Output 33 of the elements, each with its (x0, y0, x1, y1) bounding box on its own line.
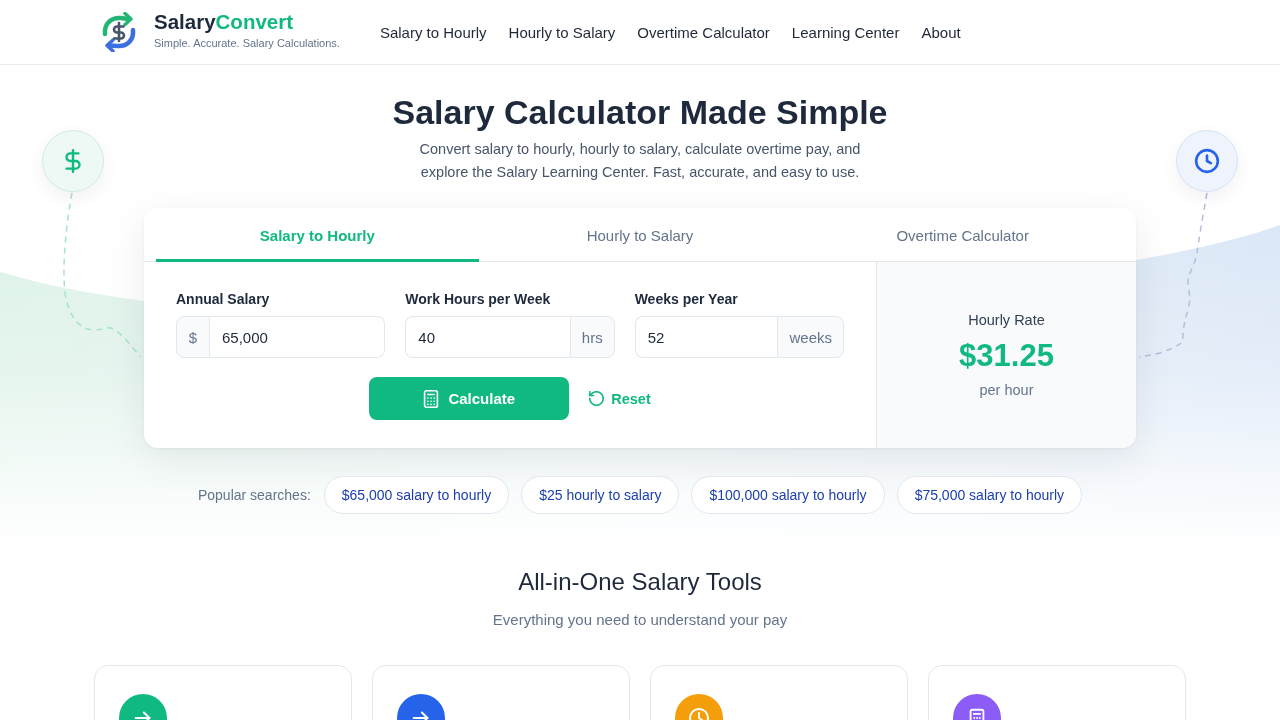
currency-prefix: $ (176, 316, 210, 358)
brand-tagline: Simple. Accurate. Salary Calculations. (154, 36, 340, 50)
logo-icon (100, 12, 138, 52)
calculator-tab[interactable]: Overtime Calculator (801, 208, 1124, 262)
calculator-icon (423, 389, 440, 408)
popular-search-link[interactable]: $100,000 salary to hourly (691, 476, 885, 514)
result-value: $31.25 (959, 337, 1054, 375)
unit-suffix: weeks (777, 316, 844, 358)
field-label: Weeks per Year (634, 290, 739, 309)
result-unit: per hour (979, 381, 1034, 400)
input-field[interactable]: 40 (405, 316, 570, 358)
nav-link[interactable]: Salary to Hourly (379, 23, 487, 41)
section-subtitle: Everything you need to understand your pay (492, 610, 788, 630)
field-label: Annual Salary (176, 290, 271, 309)
result-label: Hourly Rate (968, 311, 1045, 330)
unit-suffix: hrs (569, 316, 615, 358)
popular-search-link[interactable]: $25 hourly to salary (521, 476, 680, 514)
nav-link[interactable]: Learning Center (791, 23, 900, 41)
hero-title: Salary Calculator Made Simple (392, 92, 888, 132)
input-field[interactable]: 65,000 (210, 316, 386, 358)
section-title: All-in-One Salary Tools (518, 567, 762, 597)
field-label: Work Hours per Week (405, 290, 552, 309)
input-field[interactable]: 52 (634, 316, 778, 358)
calculator-tab[interactable]: Hourly to Salary (478, 208, 802, 262)
brand-name[interactable]: SalaryConvert (154, 10, 340, 34)
popular-search-link[interactable]: $75,000 salary to hourly (896, 476, 1083, 514)
popular-search-link[interactable]: $65,000 salary to hourly (323, 476, 510, 514)
hero-subtitle: Convert salary to hourly, hourly to salary, calculate overtime pay, and explore the Salary Learning Center. Fast, accurate, and easy to use. (418, 140, 862, 182)
popular-searches-label: Popular searches: (197, 487, 311, 503)
nav-link[interactable]: Overtime Calculator (637, 23, 770, 41)
circular-arrow-icon (589, 391, 605, 406)
nav-link[interactable]: Hourly to Salary (508, 23, 616, 41)
nav-link[interactable]: About (921, 23, 961, 41)
